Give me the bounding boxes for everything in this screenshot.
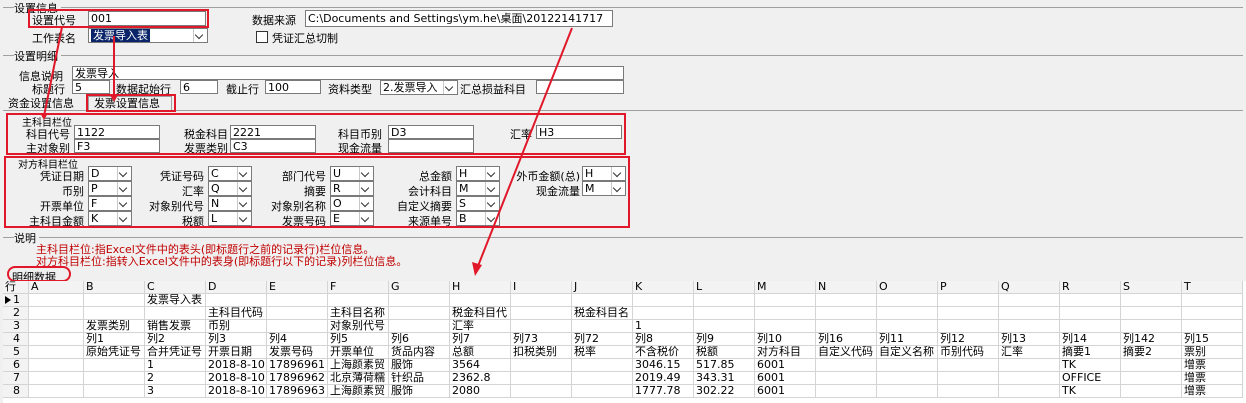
arrow-line <box>477 27 573 267</box>
arrow-head <box>472 262 482 276</box>
arrow-line <box>43 26 63 117</box>
annotation-arrows <box>40 26 573 276</box>
arrow-head <box>40 113 48 120</box>
arrow-head <box>110 95 118 102</box>
